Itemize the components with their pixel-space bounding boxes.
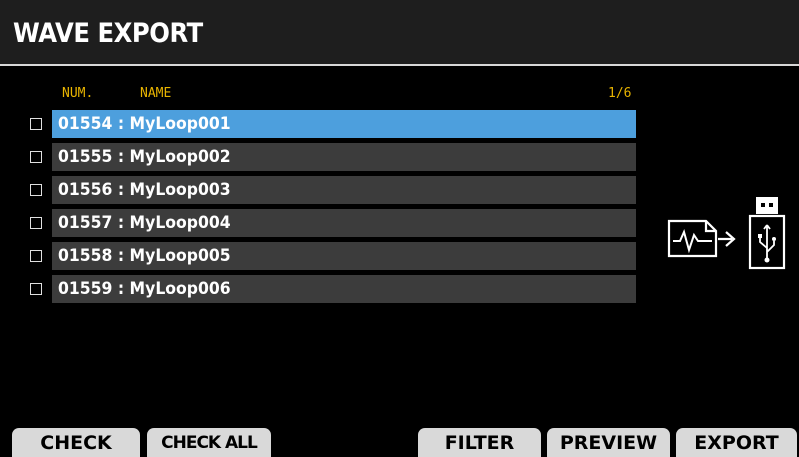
list-item[interactable]: 01557 : MyLoop004 bbox=[30, 209, 636, 237]
list-item[interactable]: 01555 : MyLoop002 bbox=[30, 143, 636, 171]
row-bar[interactable]: 01559 : MyLoop006 bbox=[52, 275, 636, 303]
row-label: 01555 : MyLoop002 bbox=[58, 147, 231, 167]
row-checkbox[interactable] bbox=[30, 118, 42, 130]
column-header-num: NUM. bbox=[62, 86, 94, 101]
row-checkbox[interactable] bbox=[30, 283, 42, 295]
row-label: 01554 : MyLoop001 bbox=[58, 114, 231, 134]
row-bar[interactable]: 01558 : MyLoop005 bbox=[52, 242, 636, 270]
list-item[interactable]: 01556 : MyLoop003 bbox=[30, 176, 636, 204]
wave-to-usb-icon bbox=[667, 197, 786, 270]
export-button[interactable]: EXPORT bbox=[676, 428, 797, 457]
title-bar: WAVE EXPORT bbox=[0, 0, 799, 64]
filter-button[interactable]: FILTER bbox=[418, 428, 541, 457]
check-button[interactable]: CHECK bbox=[12, 428, 140, 457]
title-divider bbox=[0, 64, 799, 66]
row-label: 01559 : MyLoop006 bbox=[58, 279, 231, 299]
list-item[interactable]: 01558 : MyLoop005 bbox=[30, 242, 636, 270]
row-checkbox[interactable] bbox=[30, 151, 42, 163]
row-label: 01557 : MyLoop004 bbox=[58, 213, 231, 233]
row-label: 01558 : MyLoop005 bbox=[58, 246, 231, 266]
check-all-button[interactable]: CHECK ALL bbox=[147, 428, 271, 457]
row-bar[interactable]: 01556 : MyLoop003 bbox=[52, 176, 636, 204]
row-checkbox[interactable] bbox=[30, 184, 42, 196]
row-label: 01556 : MyLoop003 bbox=[58, 180, 231, 200]
row-checkbox[interactable] bbox=[30, 217, 42, 229]
preview-button[interactable]: PREVIEW bbox=[547, 428, 670, 457]
page-indicator: 1/6 bbox=[608, 86, 632, 101]
row-bar[interactable]: 01557 : MyLoop004 bbox=[52, 209, 636, 237]
row-bar[interactable]: 01555 : MyLoop002 bbox=[52, 143, 636, 171]
row-checkbox[interactable] bbox=[30, 250, 42, 262]
page-title: WAVE EXPORT bbox=[13, 18, 203, 49]
row-bar[interactable]: 01554 : MyLoop001 bbox=[52, 110, 636, 138]
column-header-name: NAME bbox=[140, 86, 172, 101]
list-item[interactable]: 01554 : MyLoop001 bbox=[30, 110, 636, 138]
list-item[interactable]: 01559 : MyLoop006 bbox=[30, 275, 636, 303]
